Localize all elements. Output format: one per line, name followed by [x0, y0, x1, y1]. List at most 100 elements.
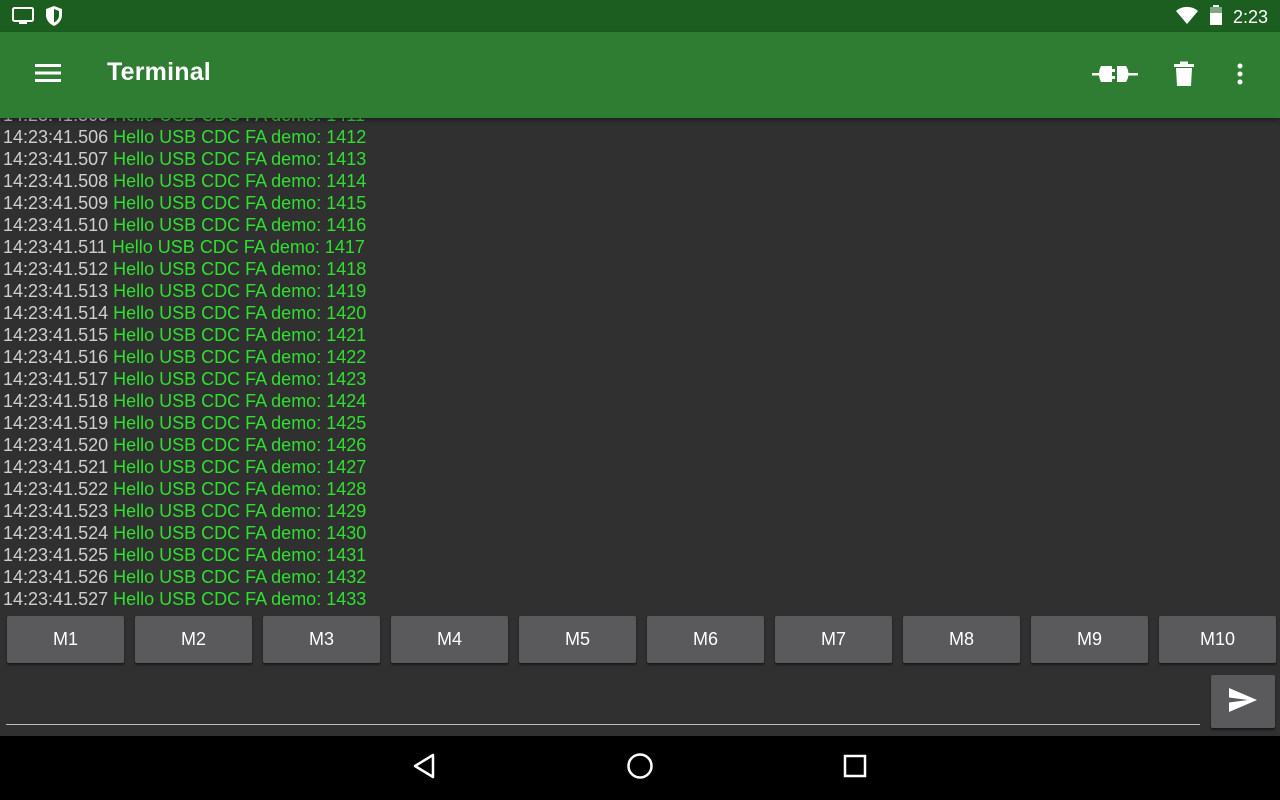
message: Hello USB CDC FA demo: 1419: [113, 281, 367, 301]
timestamp: 14:23:41.509: [3, 193, 109, 213]
back-button[interactable]: [404, 750, 444, 786]
message: Hello USB CDC FA demo: 1428: [113, 479, 367, 499]
message: Hello USB CDC FA demo: 1432: [113, 567, 367, 587]
connect-plug-icon: [1092, 62, 1138, 90]
recent-apps-button[interactable]: [835, 750, 875, 786]
message: Hello USB CDC FA demo: 1433: [113, 589, 367, 609]
timestamp: 14:23:41.519: [3, 413, 109, 433]
message: Hello USB CDC FA demo: 1427: [113, 457, 367, 477]
status-right: 2:23: [1175, 4, 1268, 30]
status-bar: 2:23: [0, 0, 1280, 32]
recent-apps-icon: [843, 754, 867, 782]
clear-button[interactable]: [1166, 56, 1202, 96]
terminal-line: 14:23:41.521 Hello USB CDC FA demo: 1427: [3, 456, 366, 478]
timestamp: 14:23:41.526: [3, 567, 109, 587]
message: Hello USB CDC FA demo: 1420: [113, 303, 367, 323]
message: Hello USB CDC FA demo: 1414: [113, 171, 367, 191]
terminal-line: 14:23:41.509 Hello USB CDC FA demo: 1415: [3, 192, 366, 214]
menu-button[interactable]: [30, 59, 66, 91]
terminal-line: 14:23:41.518 Hello USB CDC FA demo: 1424: [3, 390, 366, 412]
terminal-line: 14:23:41.525 Hello USB CDC FA demo: 1431: [3, 544, 366, 566]
terminal-line: 14:23:41.524 Hello USB CDC FA demo: 1430: [3, 522, 366, 544]
status-time: 2:23: [1232, 6, 1268, 27]
terminal-line: 14:23:41.507 Hello USB CDC FA demo: 1413: [3, 148, 366, 170]
timestamp: 14:23:41.513: [3, 281, 109, 301]
overflow-menu-button[interactable]: [1226, 56, 1254, 96]
message: Hello USB CDC FA demo: 1431: [113, 545, 367, 565]
send-row: [0, 672, 1280, 736]
send-input[interactable]: [6, 684, 1200, 725]
macro-button-m9[interactable]: M9: [1031, 616, 1148, 663]
terminal-output[interactable]: 14:23:41.505 Hello USB CDC FA demo: 1411…: [0, 104, 1280, 612]
message: Hello USB CDC FA demo: 1425: [113, 413, 367, 433]
timestamp: 14:23:41.520: [3, 435, 109, 455]
timestamp: 14:23:41.515: [3, 325, 109, 345]
more-vert-icon: [1237, 63, 1243, 89]
terminal-line: 14:23:41.523 Hello USB CDC FA demo: 1429: [3, 500, 366, 522]
terminal-line: 14:23:41.515 Hello USB CDC FA demo: 1421: [3, 324, 366, 346]
macro-button-m2[interactable]: M2: [135, 616, 252, 663]
macro-button-m5[interactable]: M5: [519, 616, 636, 663]
timestamp: 14:23:41.524: [3, 523, 109, 543]
message: Hello USB CDC FA demo: 1413: [113, 149, 367, 169]
macro-button-m4[interactable]: M4: [391, 616, 508, 663]
macro-button-m6[interactable]: M6: [647, 616, 764, 663]
terminal-line: 14:23:41.511 Hello USB CDC FA demo: 1417: [3, 236, 366, 258]
terminal-line: 14:23:41.512 Hello USB CDC FA demo: 1418: [3, 258, 366, 280]
timestamp: 14:23:41.523: [3, 501, 109, 521]
message: Hello USB CDC FA demo: 1426: [113, 435, 367, 455]
terminal-line: 14:23:41.506 Hello USB CDC FA demo: 1412: [3, 126, 366, 148]
terminal-line: 14:23:41.520 Hello USB CDC FA demo: 1426: [3, 434, 366, 456]
timestamp: 14:23:41.511: [3, 237, 107, 257]
home-icon: [626, 752, 654, 784]
terminal-line: 14:23:41.526 Hello USB CDC FA demo: 1432: [3, 566, 366, 588]
battery-icon: [1209, 4, 1223, 30]
send-button[interactable]: [1211, 675, 1275, 728]
message: Hello USB CDC FA demo: 1416: [113, 215, 367, 235]
terminal-lines: 14:23:41.505 Hello USB CDC FA demo: 1411…: [3, 104, 366, 610]
timestamp: 14:23:41.516: [3, 347, 109, 367]
navigation-bar: [0, 736, 1280, 800]
message: Hello USB CDC FA demo: 1430: [113, 523, 367, 543]
send-icon: [1228, 687, 1258, 716]
macro-button-m1[interactable]: M1: [7, 616, 124, 663]
message: Hello USB CDC FA demo: 1421: [113, 325, 367, 345]
shield-icon: [44, 5, 64, 31]
message: Hello USB CDC FA demo: 1412: [113, 127, 367, 147]
timestamp: 14:23:41.521: [3, 457, 109, 477]
macro-button-m7[interactable]: M7: [775, 616, 892, 663]
terminal-line: 14:23:41.516 Hello USB CDC FA demo: 1422: [3, 346, 366, 368]
timestamp: 14:23:41.508: [3, 171, 109, 191]
screen-cast-icon: [12, 6, 34, 30]
terminal-line: 14:23:41.517 Hello USB CDC FA demo: 1423: [3, 368, 366, 390]
timestamp: 14:23:41.525: [3, 545, 109, 565]
message: Hello USB CDC FA demo: 1418: [113, 259, 367, 279]
timestamp: 14:23:41.522: [3, 479, 109, 499]
terminal-line: 14:23:41.514 Hello USB CDC FA demo: 1420: [3, 302, 366, 324]
timestamp: 14:23:41.514: [3, 303, 109, 323]
connect-button[interactable]: [1090, 56, 1140, 96]
timestamp: 14:23:41.510: [3, 215, 109, 235]
home-button[interactable]: [620, 750, 660, 786]
terminal-line: 14:23:41.513 Hello USB CDC FA demo: 1419: [3, 280, 366, 302]
terminal-line: 14:23:41.519 Hello USB CDC FA demo: 1425: [3, 412, 366, 434]
macro-button-m3[interactable]: M3: [263, 616, 380, 663]
message: Hello USB CDC FA demo: 1422: [113, 347, 367, 367]
terminal-line: 14:23:41.508 Hello USB CDC FA demo: 1414: [3, 170, 366, 192]
message: Hello USB CDC FA demo: 1415: [113, 193, 367, 213]
menu-icon: [35, 63, 61, 87]
macro-button-m8[interactable]: M8: [903, 616, 1020, 663]
status-left-icons: [12, 5, 64, 31]
macro-button-m10[interactable]: M10: [1159, 616, 1276, 663]
message: Hello USB CDC FA demo: 1429: [113, 501, 367, 521]
timestamp: 14:23:41.527: [3, 589, 109, 609]
timestamp: 14:23:41.506: [3, 127, 109, 147]
timestamp: 14:23:41.517: [3, 369, 109, 389]
page-title: Terminal: [107, 58, 211, 86]
message: Hello USB CDC FA demo: 1424: [113, 391, 367, 411]
back-icon: [412, 753, 436, 783]
terminal-line: 14:23:41.510 Hello USB CDC FA demo: 1416: [3, 214, 366, 236]
wifi-icon: [1175, 5, 1199, 29]
timestamp: 14:23:41.512: [3, 259, 109, 279]
message: Hello USB CDC FA demo: 1423: [113, 369, 367, 389]
